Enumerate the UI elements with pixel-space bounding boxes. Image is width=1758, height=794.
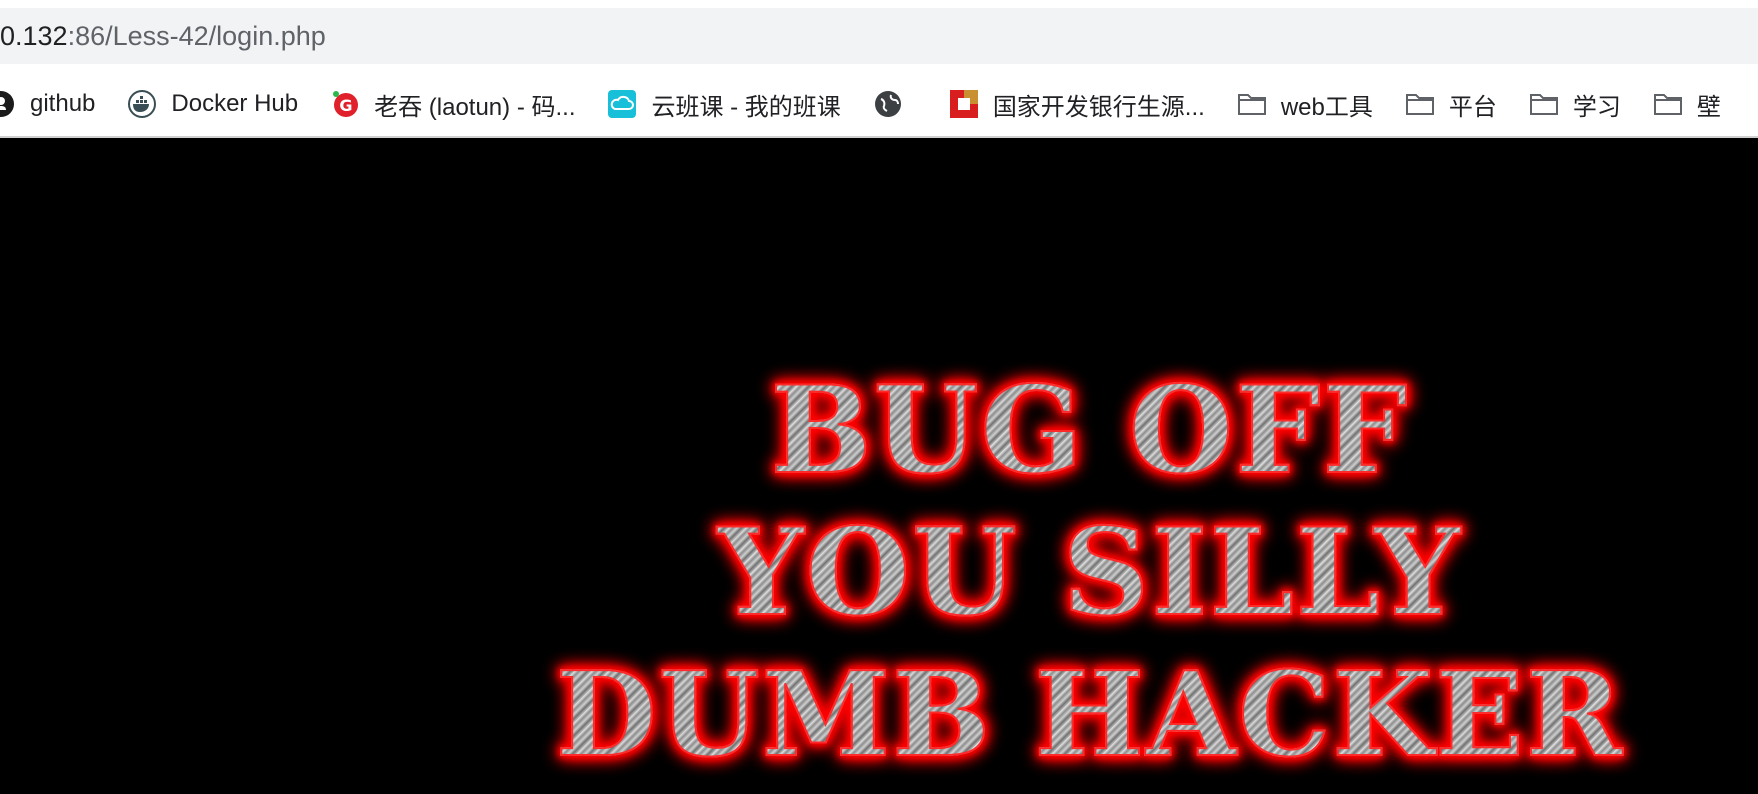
folder-icon [1405,89,1435,119]
bookmark-laotun[interactable]: G 老吞 (laotun) - 码... [330,87,575,122]
docker-icon [127,89,157,119]
bookmark-folder-web-tools[interactable]: web工具 [1237,87,1373,122]
url-field[interactable]: 0.132:86/Less-42/login.php [0,8,1758,64]
bookmark-label: 国家开发银行生源... [992,93,1205,121]
globe-icon [873,89,903,119]
bookmark-label: web工具 [1280,93,1373,121]
bookmark-label: 壁 [1696,93,1721,121]
banner-line-1: BUG OFF [500,359,1680,502]
bookmark-folder-platform[interactable]: 平台 [1405,87,1497,122]
page-content: BUG OFF YOU SILLY DUMB HACKER [0,138,1758,794]
github-icon [0,89,16,119]
bookmark-folder-study[interactable]: 学习 [1529,87,1621,122]
cloud-class-icon [607,89,637,119]
url-host: 0.132 [0,20,68,51]
folder-icon [1529,89,1559,119]
bookmark-label: github [30,90,96,117]
address-bar-area: 0.132:86/Less-42/login.php [0,0,1758,72]
folder-icon [1653,89,1683,119]
laotun-icon: G [330,89,360,119]
hacker-banner-image: BUG OFF YOU SILLY DUMB HACKER [500,359,1680,786]
bookmark-folder-wallpaper[interactable]: 壁 [1653,87,1721,122]
banner-line-3: DUMB HACKER [500,644,1680,786]
folder-icon [1237,89,1267,119]
bookmark-github[interactable]: github [0,89,95,119]
bookmark-docker-hub[interactable]: Docker Hub [127,89,298,119]
bookmark-label: Docker Hub [171,90,299,117]
bookmark-globe[interactable] [873,89,917,119]
bookmark-label: 云班课 - 我的班课 [651,93,841,121]
bookmark-cloud-class[interactable]: 云班课 - 我的班课 [607,87,841,122]
bank-icon [949,89,979,119]
bookmark-label: 学习 [1572,93,1621,121]
banner-line-2: YOU SILLY [500,501,1680,644]
url-path: :86/Less-42/login.php [67,20,326,51]
bookmarks-bar: github Docker Hub G 老吞 (laotun) - 码... 云… [0,72,1758,138]
bookmark-label: 老吞 (laotun) - 码... [374,93,576,121]
bookmark-label: 平台 [1448,93,1497,121]
bookmark-bank[interactable]: 国家开发银行生源... [949,87,1205,122]
svg-text:G: G [340,96,353,115]
